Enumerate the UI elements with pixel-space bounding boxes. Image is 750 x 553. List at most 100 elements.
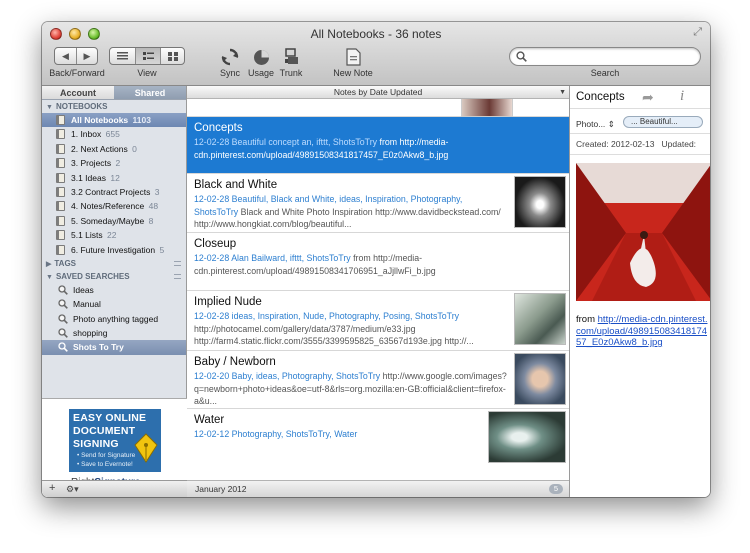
add-button[interactable]: + [49, 482, 55, 494]
note-detail-pane: Concepts ➦ i Photo... ⇕ ... Beautiful...… [569, 86, 710, 497]
notebook-name: 3.1 Ideas [71, 172, 106, 183]
tab-shared[interactable]: Shared [114, 86, 186, 99]
note-snippet: 12-02-28 ideas, Inspiration, Nude, Photo… [194, 310, 507, 348]
sidebar-item-inbox[interactable]: 1. Inbox 655 [42, 127, 186, 141]
sort-label: Notes by Date Updated [333, 87, 423, 97]
magnifier-icon [58, 299, 68, 310]
note-image[interactable] [576, 163, 710, 301]
search-icon [516, 51, 527, 62]
back-arrow-icon: ◀ [62, 50, 69, 61]
saved-search-photo-anything-tagged[interactable]: Photo anything tagged [42, 312, 186, 326]
sync-label: Sync [219, 68, 240, 78]
saved-search-label: Photo anything tagged [73, 313, 159, 324]
note-item-water[interactable]: Water 12-02-12 Photography, ShotsToTry, … [187, 409, 569, 465]
usage-button[interactable] [250, 48, 272, 66]
note-snippet: 12-02-20 Baby, ideas, Photography, Shots… [194, 370, 507, 408]
note-item-closeup[interactable]: Closeup 12-02-28 Alan Bailward, ifttt, S… [187, 233, 569, 291]
note-list: Notes by Date Updated ▼ Concepts 12-02-2… [187, 86, 569, 497]
trunk-label: Trunk [279, 68, 303, 78]
note-title: Baby / Newborn [194, 356, 276, 368]
note-item-concepts[interactable]: Concepts 12-02-28 Beautiful concept an, … [187, 117, 569, 174]
note-thumbnail [461, 99, 513, 117]
sidebar-item-ideas[interactable]: 3.1 Ideas 12 [42, 171, 186, 185]
note-thumbnail [488, 411, 566, 463]
sidebar-item-someday-maybe[interactable]: 5. Someday/Maybe 8 [42, 214, 186, 228]
source-link[interactable]: http://media-cdn.pinterest.com/upload/49… [576, 314, 707, 348]
note-snippet: 12-02-28 Beautiful, Black and White, ide… [194, 193, 507, 231]
divider [570, 108, 710, 109]
forward-button[interactable]: ▶ [76, 48, 97, 64]
back-forward-control: ◀ ▶ [54, 47, 98, 65]
sidebar-item-all-notebooks[interactable]: All Notebooks 1103 [42, 113, 186, 128]
view-thumbnail-button[interactable] [160, 48, 184, 64]
note-item-black-and-white[interactable]: Black and White 12-02-28 Beautiful, Blac… [187, 174, 569, 233]
note-date: 12-02-28 [194, 194, 230, 204]
tag-token[interactable]: ... Beautiful... [623, 116, 703, 128]
sync-icon [221, 48, 239, 66]
notebook-icon [56, 186, 65, 197]
view-snippet-button[interactable] [135, 48, 160, 64]
sync-button[interactable] [219, 48, 241, 66]
back-button[interactable]: ◀ [55, 48, 76, 64]
created-date: Created: 2012-02-13 [576, 139, 655, 149]
share-arrow-icon[interactable]: ➦ [642, 89, 654, 106]
sort-header[interactable]: Notes by Date Updated ▼ [187, 86, 569, 99]
snippet-view-icon [142, 52, 154, 60]
note-item-implied-nude[interactable]: Implied Nude 12-02-28 ideas, Inspiration… [187, 291, 569, 351]
notebook-count: 1103 [132, 115, 151, 125]
saved-search-manual[interactable]: Manual [42, 297, 186, 311]
tab-account[interactable]: Account [42, 86, 114, 99]
note-title: Black and White [194, 179, 278, 191]
note-dates: Created: 2012-02-13 Updated: [576, 139, 696, 149]
view-label: View [137, 68, 157, 78]
note-thumbnail [514, 176, 566, 228]
disclosure-closed-icon: ▶ [46, 260, 52, 268]
sidebar-item-notes-reference[interactable]: 4. Notes/Reference 48 [42, 199, 186, 213]
saved-search-shots-to-try[interactable]: Shots To Try [42, 340, 186, 355]
magnifier-icon [58, 285, 68, 295]
notebook-name: 5. Someday/Maybe [71, 215, 145, 226]
trunk-button[interactable] [281, 48, 303, 66]
view-list-button[interactable] [110, 48, 135, 64]
saved-search-ideas[interactable]: Ideas [42, 283, 186, 297]
sidebar-item-next-actions[interactable]: 2. Next Actions 0 [42, 142, 186, 156]
sidebar-item-contract-projects[interactable]: 3.2 Contract Projects 3 [42, 185, 186, 199]
info-icon[interactable]: i [680, 88, 684, 105]
sidebar-bottom-bar: + ⚙▾ [42, 480, 187, 497]
ad-banner[interactable]: EASY ONLINE DOCUMENT SIGNING • Send for … [69, 409, 161, 472]
disclosure-open-icon: ▼ [46, 104, 53, 111]
note-detail-title[interactable]: Concepts [576, 91, 625, 103]
sidebar-item-lists[interactable]: 5.1 Lists 22 [42, 228, 186, 242]
sidebar-item-future-investigation[interactable]: 6. Future Investigation 5 [42, 243, 186, 257]
magnifier-icon [58, 328, 68, 338]
notebook-icon [56, 172, 65, 183]
tags-section-header[interactable]: ▶ TAGS [42, 257, 186, 270]
note-tags: Beautiful concept an, ifttt, ShotsToTry [231, 137, 378, 147]
resize-grip-icon[interactable] [174, 273, 181, 279]
note-text: http://photocamel.com/gallery/data/3787/… [194, 323, 474, 347]
divider [570, 133, 710, 134]
note-title: Closeup [194, 238, 237, 250]
new-note-button[interactable] [342, 48, 364, 66]
chevron-down-icon[interactable]: ▼ [559, 86, 566, 99]
red-trees-photo [576, 163, 710, 301]
list-item-partial[interactable] [187, 99, 569, 117]
notebooks-section-header[interactable]: ▼ NOTEBOOKS [42, 100, 186, 113]
notebook-selector[interactable]: Photo... ⇕ [576, 119, 615, 130]
search-field[interactable] [509, 47, 701, 66]
group-footer: January 2012 5 [187, 480, 569, 497]
resize-grip-icon[interactable] [174, 260, 181, 266]
gear-menu-button[interactable]: ⚙▾ [66, 484, 79, 495]
notebook-icon [56, 244, 65, 255]
note-text: Black and White Photo Inspiration http:/… [194, 206, 501, 230]
saved-search-shopping[interactable]: shopping [42, 326, 186, 340]
sidebar-item-projects[interactable]: 3. Projects 2 [42, 156, 186, 170]
notebook-count: 22 [107, 230, 117, 241]
search-input[interactable] [530, 50, 690, 62]
usage-label: Usage [247, 68, 274, 78]
saved-searches-section-header[interactable]: ▼ SAVED SEARCHES [42, 270, 186, 283]
fullscreen-icon[interactable]: ⤢ [693, 26, 702, 39]
notebook-name: 2. Next Actions [71, 143, 128, 154]
note-title: Implied Nude [194, 296, 262, 308]
note-item-baby-newborn[interactable]: Baby / Newborn 12-02-20 Baby, ideas, Pho… [187, 351, 569, 409]
